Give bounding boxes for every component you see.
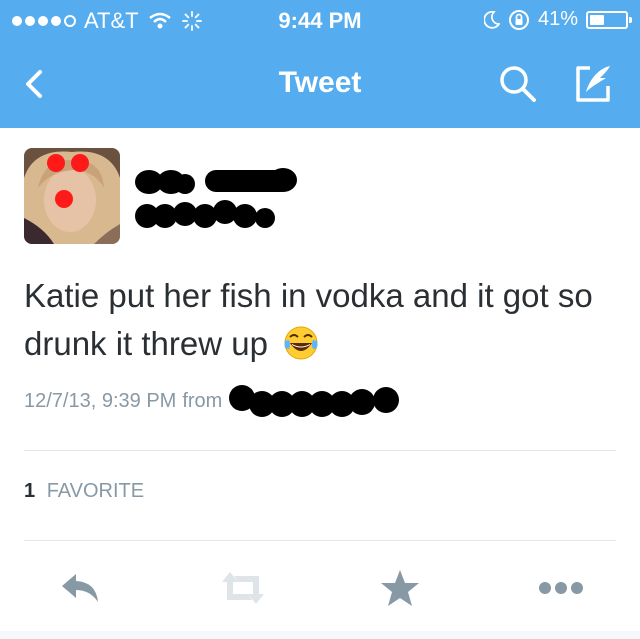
compose-button[interactable] xyxy=(570,60,616,106)
more-button[interactable] xyxy=(536,568,586,608)
page-title: Tweet xyxy=(278,66,362,99)
moon-icon xyxy=(483,10,500,29)
name-redaction xyxy=(135,168,297,228)
more-icon xyxy=(539,582,583,594)
battery-fill xyxy=(590,14,604,25)
top-bar: AT&T 9:44 PM 41% Tweet xyxy=(0,0,640,128)
tweet-meta: 12/7/13, 9:39 PM from xyxy=(24,384,402,418)
divider xyxy=(24,450,616,451)
tweet-detail: Katie put her fish in vodka and it got s… xyxy=(0,128,640,639)
favorite-button[interactable] xyxy=(378,568,422,608)
source-redaction xyxy=(229,385,400,417)
bottom-edge xyxy=(0,631,640,639)
tears-of-joy-emoji-icon xyxy=(284,326,318,360)
compose-icon xyxy=(576,66,610,102)
divider xyxy=(24,540,616,541)
search-button[interactable] xyxy=(496,62,540,106)
avatar[interactable] xyxy=(24,148,120,244)
favorites-count[interactable]: 1 FAVORITE xyxy=(24,480,144,503)
battery-percent: 41% xyxy=(537,8,578,30)
tweet-text: Katie put her fish in vodka and it got s… xyxy=(24,272,614,368)
retweet-button[interactable] xyxy=(218,568,264,608)
status-bar: AT&T 9:44 PM 41% xyxy=(0,0,640,40)
tweet-timestamp: 12/7/13, 9:39 PM xyxy=(24,389,177,412)
nav-bar: Tweet xyxy=(0,40,640,128)
reply-button[interactable] xyxy=(58,568,102,608)
reply-icon xyxy=(62,574,98,602)
favorite-icon xyxy=(381,570,419,606)
favorite-count-label: FAVORITE xyxy=(46,480,145,502)
source-from-label[interactable]: from xyxy=(182,390,222,413)
search-icon xyxy=(500,66,536,102)
rotation-lock-icon xyxy=(508,9,529,30)
battery-icon xyxy=(586,10,632,29)
status-right: 41% xyxy=(483,8,632,31)
avatar-image xyxy=(24,148,120,244)
tweet-actions xyxy=(0,562,640,612)
favorite-count-number: 1 xyxy=(24,480,36,502)
retweet-icon xyxy=(222,572,264,604)
